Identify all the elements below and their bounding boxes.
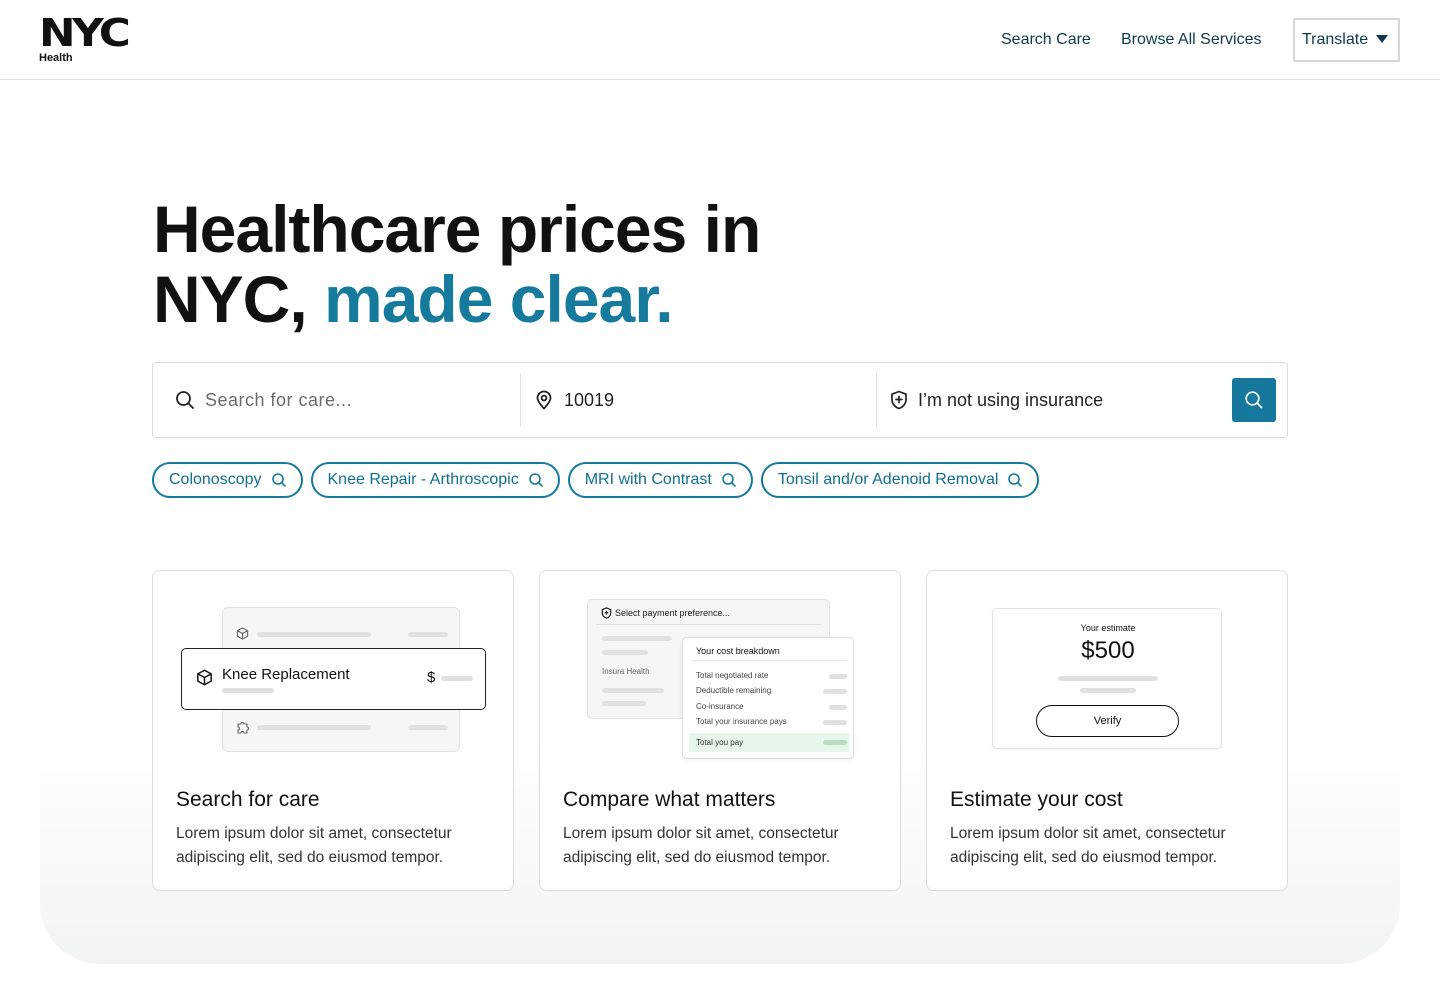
chip-tonsil-removal[interactable]: Tonsil and/or Adenoid Removal [760, 462, 1040, 498]
feature-card-compare: Select payment preference... Insura Heal… [539, 570, 901, 891]
search-icon [271, 473, 286, 487]
placeholder-bar [222, 688, 274, 693]
placeholder-bar [441, 676, 473, 681]
placeholder-bar [257, 632, 371, 637]
care-search-input[interactable] [205, 389, 495, 411]
nav-browse-all-services[interactable]: Browse All Services [1121, 30, 1262, 50]
logo-mark: NYC [39, 11, 131, 55]
placeholder-bar [1058, 676, 1158, 681]
chip-label: Tonsil and/or Adenoid Removal [777, 471, 999, 488]
zip-field[interactable]: 10019 [520, 373, 876, 427]
translate-label: Translate [1302, 31, 1369, 48]
hero-title-line1: Healthcare prices in [153, 192, 761, 266]
insurance-field[interactable]: I’m not using insurance [876, 373, 1226, 427]
illustration-estimate: Your estimate $500 Verify [992, 608, 1222, 749]
search-icon [722, 473, 736, 487]
placeholder-bar [829, 674, 847, 679]
care-search-field[interactable] [175, 373, 519, 427]
insurance-value: I’m not using insurance [918, 389, 1104, 410]
placeholder-bar [823, 740, 847, 745]
illustration-cost-breakdown: Your cost breakdown Total negotiated rat… [682, 637, 854, 759]
placeholder-bar [602, 701, 646, 706]
feature-card-estimate: Your estimate $500 Verify Estimate your … [926, 570, 1288, 891]
search-icon [176, 391, 194, 409]
nav-search-care[interactable]: Search Care [1001, 30, 1091, 50]
chip-knee-repair[interactable]: Knee Repair - Arthroscopic [310, 462, 560, 498]
location-pin-icon [536, 390, 552, 410]
illustration-front-title: Your cost breakdown [696, 646, 780, 656]
search-bar: 10019 I’m not using insurance [152, 362, 1288, 438]
search-icon [1245, 391, 1263, 409]
illustration-back-title: Select payment preference... [615, 608, 731, 618]
breakdown-total-row: Total you pay [689, 733, 849, 752]
chip-label: Knee Repair - Arthroscopic [327, 471, 519, 488]
placeholder-bar [602, 650, 648, 655]
shield-icon [601, 607, 612, 619]
search-icon [1008, 473, 1023, 487]
placeholder-bar [1080, 688, 1136, 693]
translate-dropdown[interactable]: Translate [1293, 18, 1400, 62]
placeholder-bar [602, 636, 672, 641]
placeholder-bar [257, 725, 371, 730]
chip-colonoscopy[interactable]: Colonoscopy [152, 462, 303, 498]
feature-card-search: Knee Replacement $ Search for care Lorem… [152, 570, 514, 891]
dollar-icon: $ [427, 669, 436, 686]
placeholder-bar [823, 720, 847, 725]
zip-value: 10019 [564, 389, 615, 410]
breakdown-row: Total your insurance pays [696, 717, 787, 726]
hero-title-line2: NYC, [153, 262, 325, 336]
hero-title: Healthcare prices in NYC, made clear. [153, 192, 761, 336]
placeholder-bar [408, 632, 448, 637]
placeholder-bar [829, 705, 847, 710]
card-title: Estimate your cost [950, 788, 1123, 811]
placeholder-bar [408, 725, 448, 730]
breakdown-row: Total negotiated rate [696, 671, 769, 680]
search-submit-button[interactable] [1232, 378, 1276, 422]
illustration-selected-result: Knee Replacement $ [181, 648, 486, 710]
hero-title-accent: made clear. [324, 262, 674, 336]
placeholder-bar [602, 688, 664, 693]
search-icon [528, 473, 543, 487]
site-header: NYC Health Search Care Browse All Servic… [0, 0, 1440, 80]
verify-button[interactable]: Verify [1036, 705, 1179, 737]
nyc-health-logo[interactable]: NYC Health [39, 14, 139, 66]
card-description: Lorem ipsum dolor sit amet, consectetur … [176, 825, 452, 866]
breakdown-total-label: Total you pay [696, 738, 744, 747]
placeholder-bar [823, 689, 847, 694]
breakdown-row: Co-insurance [696, 702, 744, 711]
card-description: Lorem ipsum dolor sit amet, consectetur … [563, 825, 839, 866]
puzzle-icon [237, 722, 249, 734]
chip-mri-with-contrast[interactable]: MRI with Contrast [567, 462, 753, 498]
illustration-item-label: Knee Replacement [222, 666, 350, 683]
shield-plus-icon [891, 390, 907, 410]
card-title: Search for care [176, 788, 320, 811]
card-description: Lorem ipsum dolor sit amet, consectetur … [950, 825, 1226, 866]
caret-down-icon [1376, 35, 1388, 43]
estimate-amount: $500 [1081, 637, 1135, 664]
divider [596, 624, 822, 625]
divider [691, 660, 847, 661]
estimate-label: Your estimate [1080, 623, 1136, 633]
chip-label: Colonoscopy [169, 471, 262, 488]
chip-label: MRI with Contrast [584, 471, 712, 488]
breakdown-row: Deductible remaining [696, 686, 772, 695]
card-title: Compare what matters [563, 788, 776, 811]
box-icon [236, 627, 249, 640]
popular-searches: Colonoscopy Knee Repair - Arthroscopic M… [152, 462, 1040, 498]
illustration-insurer: Insura Health [602, 667, 650, 676]
box-icon [197, 669, 212, 686]
